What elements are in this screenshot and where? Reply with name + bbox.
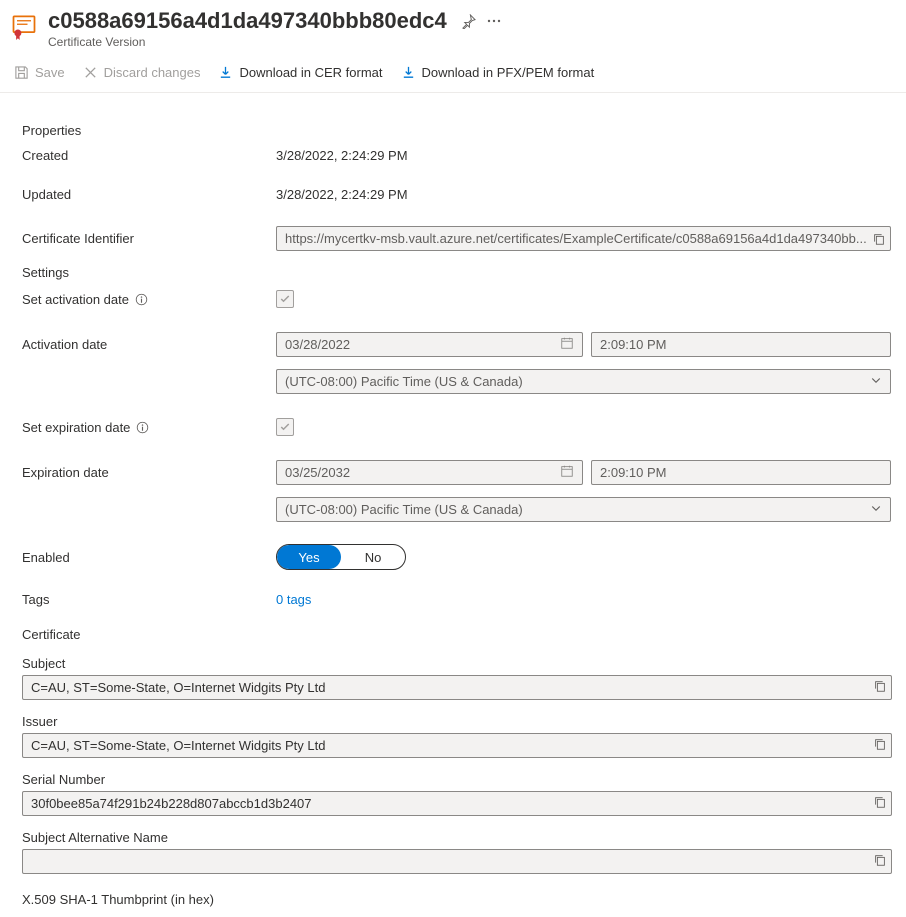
- page-header: c0588a69156a4d1da497340bbb80edc4 Certifi…: [0, 0, 906, 59]
- copy-icon[interactable]: [872, 232, 886, 246]
- set-activation-label: Set activation date: [22, 292, 276, 307]
- copy-icon[interactable]: [873, 795, 887, 812]
- activation-date-input[interactable]: 03/28/2022: [276, 332, 583, 357]
- save-button: Save: [14, 65, 65, 80]
- serial-value: 30f0bee85a74f291b24b228d807abccb1d3b2407: [31, 796, 873, 811]
- thumbprint-label: X.509 SHA-1 Thumbprint (in hex): [22, 892, 896, 907]
- subject-value: C=AU, ST=Some-State, O=Internet Widgits …: [31, 680, 873, 695]
- activation-time-value: 2:09:10 PM: [600, 337, 667, 352]
- set-expiration-checkbox[interactable]: [276, 418, 294, 436]
- activation-timezone-value: (UTC-08:00) Pacific Time (US & Canada): [285, 374, 523, 389]
- toolbar: Save Discard changes Download in CER for…: [0, 59, 906, 93]
- settings-heading: Settings: [22, 265, 896, 280]
- discard-button: Discard changes: [83, 65, 201, 80]
- expiration-time-value: 2:09:10 PM: [600, 465, 667, 480]
- copy-icon[interactable]: [873, 737, 887, 754]
- serial-label: Serial Number: [22, 772, 896, 787]
- download-cer-label: Download in CER format: [239, 65, 382, 80]
- chevron-down-icon: [870, 374, 882, 389]
- discard-label: Discard changes: [104, 65, 201, 80]
- info-icon[interactable]: [136, 421, 149, 434]
- chevron-down-icon: [870, 502, 882, 517]
- created-label: Created: [22, 148, 276, 163]
- issuer-label: Issuer: [22, 714, 896, 729]
- issuer-field: C=AU, ST=Some-State, O=Internet Widgits …: [22, 733, 892, 758]
- set-expiration-label: Set expiration date: [22, 420, 276, 435]
- set-activation-checkbox[interactable]: [276, 290, 294, 308]
- properties-heading: Properties: [22, 123, 896, 138]
- info-icon[interactable]: [135, 293, 148, 306]
- calendar-icon: [560, 336, 574, 353]
- tags-link[interactable]: 0 tags: [276, 592, 311, 607]
- created-value: 3/28/2022, 2:24:29 PM: [276, 148, 896, 163]
- calendar-icon: [560, 464, 574, 481]
- content: Properties Created 3/28/2022, 2:24:29 PM…: [0, 93, 906, 917]
- tags-label: Tags: [22, 592, 276, 607]
- updated-value: 3/28/2022, 2:24:29 PM: [276, 187, 896, 202]
- activation-date-label: Activation date: [22, 337, 276, 352]
- certificate-icon: [10, 12, 38, 40]
- activation-date-value: 03/28/2022: [285, 337, 350, 352]
- serial-field: 30f0bee85a74f291b24b228d807abccb1d3b2407: [22, 791, 892, 816]
- subject-field: C=AU, ST=Some-State, O=Internet Widgits …: [22, 675, 892, 700]
- download-icon: [218, 65, 233, 80]
- enabled-yes[interactable]: Yes: [277, 545, 341, 569]
- issuer-value: C=AU, ST=Some-State, O=Internet Widgits …: [31, 738, 873, 753]
- identifier-field: https://mycertkv-msb.vault.azure.net/cer…: [276, 226, 891, 251]
- save-label: Save: [35, 65, 65, 80]
- activation-timezone-select[interactable]: (UTC-08:00) Pacific Time (US & Canada): [276, 369, 891, 394]
- identifier-label: Certificate Identifier: [22, 231, 276, 246]
- enabled-no[interactable]: No: [341, 545, 405, 569]
- download-pfx-button[interactable]: Download in PFX/PEM format: [401, 65, 595, 80]
- expiration-time-input[interactable]: 2:09:10 PM: [591, 460, 891, 485]
- save-icon: [14, 65, 29, 80]
- enabled-toggle[interactable]: Yes No: [276, 544, 406, 570]
- subject-label: Subject: [22, 656, 896, 671]
- updated-label: Updated: [22, 187, 276, 202]
- discard-icon: [83, 65, 98, 80]
- expiration-date-input[interactable]: 03/25/2032: [276, 460, 583, 485]
- expiration-timezone-value: (UTC-08:00) Pacific Time (US & Canada): [285, 502, 523, 517]
- download-cer-button[interactable]: Download in CER format: [218, 65, 382, 80]
- copy-icon[interactable]: [873, 679, 887, 696]
- activation-time-input[interactable]: 2:09:10 PM: [591, 332, 891, 357]
- page-title: c0588a69156a4d1da497340bbb80edc4: [48, 8, 447, 34]
- copy-icon[interactable]: [873, 853, 887, 870]
- expiration-timezone-select[interactable]: (UTC-08:00) Pacific Time (US & Canada): [276, 497, 891, 522]
- more-icon[interactable]: [486, 13, 502, 29]
- page-subtitle: Certificate Version: [48, 35, 896, 49]
- download-icon: [401, 65, 416, 80]
- certificate-heading: Certificate: [22, 627, 896, 642]
- enabled-label: Enabled: [22, 550, 276, 565]
- san-label: Subject Alternative Name: [22, 830, 896, 845]
- identifier-value: https://mycertkv-msb.vault.azure.net/cer…: [285, 231, 872, 246]
- expiration-date-value: 03/25/2032: [285, 465, 350, 480]
- pin-icon[interactable]: [461, 14, 476, 29]
- san-field: [22, 849, 892, 874]
- expiration-date-label: Expiration date: [22, 465, 276, 480]
- download-pfx-label: Download in PFX/PEM format: [422, 65, 595, 80]
